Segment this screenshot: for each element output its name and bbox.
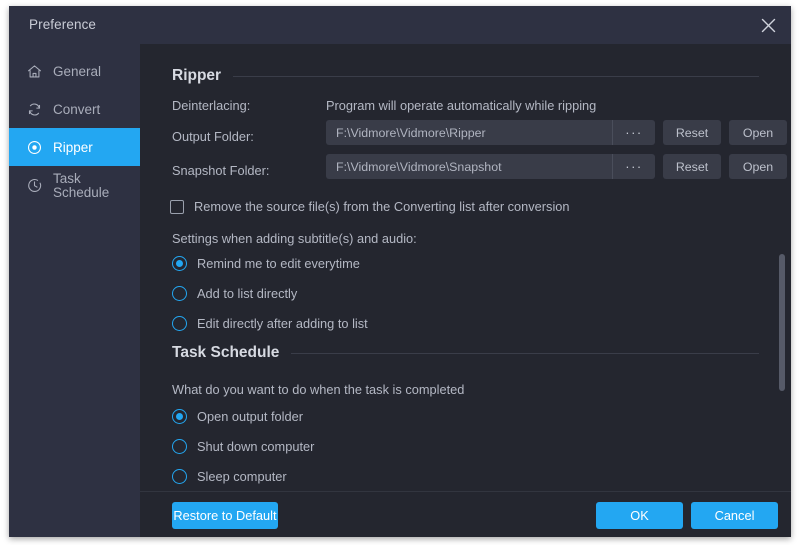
task-schedule-question: What do you want to do when the task is … [172, 382, 464, 397]
subtitle-option-label: Add to list directly [197, 286, 297, 301]
snapshot-folder-group: F:\Vidmore\Vidmore\Snapshot ··· Reset Op… [326, 154, 787, 179]
task-option-shut-down[interactable]: Shut down computer [172, 439, 314, 454]
radio-shut-down-computer[interactable] [172, 439, 187, 454]
output-folder-browse-button[interactable]: ··· [612, 120, 655, 145]
disc-icon [25, 138, 44, 157]
task-schedule-section-header: Task Schedule [172, 344, 759, 362]
ripper-heading: Ripper [172, 67, 221, 85]
dialog-footer: Restore to Default OK Cancel [140, 491, 791, 537]
sidebar-item-label: Task Schedule [53, 172, 140, 199]
subtitle-option-label: Edit directly after adding to list [197, 316, 368, 331]
subtitle-option-remind[interactable]: Remind me to edit everytime [172, 256, 360, 271]
radio-edit-directly[interactable] [172, 316, 187, 331]
section-divider [233, 76, 759, 77]
radio-open-output-folder[interactable] [172, 409, 187, 424]
scrollbar-thumb[interactable] [779, 254, 785, 391]
sidebar: General Convert Ripper [9, 44, 140, 537]
task-schedule-heading: Task Schedule [172, 344, 279, 362]
scrollbar-track[interactable] [779, 44, 785, 491]
window-title: Preference [29, 17, 96, 32]
output-folder-reset-button[interactable]: Reset [663, 120, 721, 145]
radio-sleep-computer[interactable] [172, 469, 187, 484]
close-button[interactable] [753, 11, 783, 39]
remove-source-label: Remove the source file(s) from the Conve… [194, 199, 570, 214]
cancel-button[interactable]: Cancel [691, 502, 778, 529]
snapshot-folder-input[interactable]: F:\Vidmore\Vidmore\Snapshot [326, 154, 612, 179]
output-folder-value: F:\Vidmore\Vidmore\Ripper [336, 126, 486, 140]
subtitle-option-edit-after-add[interactable]: Edit directly after adding to list [172, 316, 368, 331]
sidebar-item-ripper[interactable]: Ripper [9, 128, 140, 166]
task-option-label: Shut down computer [197, 439, 314, 454]
clock-icon [25, 176, 44, 195]
section-divider [291, 353, 759, 354]
output-folder-group: F:\Vidmore\Vidmore\Ripper ··· Reset Open [326, 120, 787, 145]
sidebar-item-label: General [53, 65, 101, 79]
ripper-section-header: Ripper [172, 67, 759, 85]
restore-to-default-button[interactable]: Restore to Default [172, 502, 278, 529]
title-bar: Preference [9, 6, 791, 44]
deinterlacing-value: Program will operate automatically while… [326, 98, 596, 113]
subtitle-option-label: Remind me to edit everytime [197, 256, 360, 271]
radio-remind-me[interactable] [172, 256, 187, 271]
snapshot-folder-reset-button[interactable]: Reset [663, 154, 721, 179]
task-option-label: Sleep computer [197, 469, 287, 484]
subtitle-settings-label: Settings when adding subtitle(s) and aud… [172, 231, 417, 246]
refresh-icon [25, 100, 44, 119]
radio-add-to-list[interactable] [172, 286, 187, 301]
sidebar-item-label: Convert [53, 103, 100, 117]
output-folder-label: Output Folder: [172, 129, 254, 144]
sidebar-item-general[interactable]: General [9, 52, 140, 90]
output-folder-input[interactable]: F:\Vidmore\Vidmore\Ripper [326, 120, 612, 145]
close-icon [760, 17, 777, 34]
snapshot-folder-label: Snapshot Folder: [172, 163, 269, 178]
deinterlacing-label: Deinterlacing: [172, 98, 250, 113]
sidebar-item-label: Ripper [53, 141, 93, 155]
remove-source-checkbox-row[interactable]: Remove the source file(s) from the Conve… [170, 199, 570, 214]
snapshot-folder-browse-button[interactable]: ··· [612, 154, 655, 179]
ok-button[interactable]: OK [596, 502, 683, 529]
subtitle-option-add-directly[interactable]: Add to list directly [172, 286, 297, 301]
sidebar-item-task-schedule[interactable]: Task Schedule [9, 166, 140, 204]
remove-source-checkbox[interactable] [170, 200, 184, 214]
task-option-sleep[interactable]: Sleep computer [172, 469, 287, 484]
task-option-label: Open output folder [197, 409, 303, 424]
snapshot-folder-value: F:\Vidmore\Vidmore\Snapshot [336, 160, 502, 174]
sidebar-item-convert[interactable]: Convert [9, 90, 140, 128]
home-icon [25, 62, 44, 81]
content-pane: Ripper Deinterlacing: Program will opera… [140, 44, 791, 491]
preference-dialog: Preference General [9, 6, 791, 537]
task-option-open-folder[interactable]: Open output folder [172, 409, 303, 424]
